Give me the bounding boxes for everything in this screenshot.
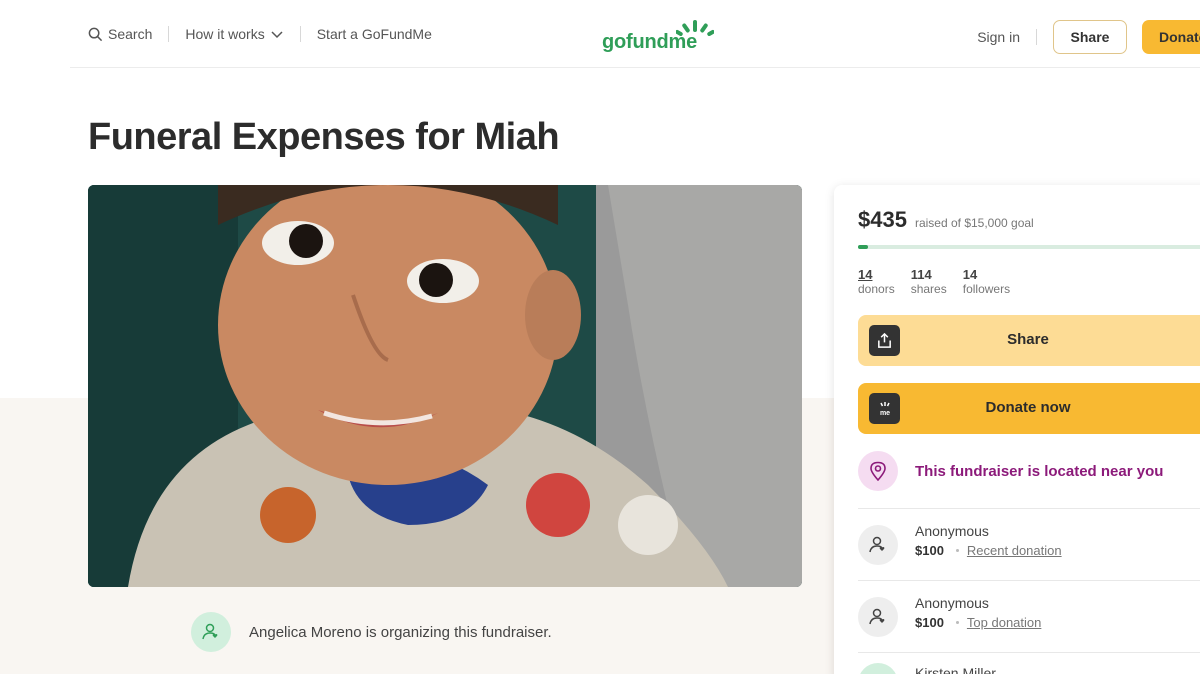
nav-divider bbox=[1036, 29, 1037, 45]
sign-in-link[interactable]: Sign in bbox=[977, 29, 1020, 45]
donate-now-button[interactable]: me Donate now bbox=[858, 383, 1200, 434]
progress-bar bbox=[858, 245, 1200, 249]
followers-stat: 14 followers bbox=[963, 267, 1010, 297]
organizer-avatar bbox=[191, 612, 231, 652]
header-divider bbox=[70, 67, 1200, 68]
nav-left: Search How it works Start a GoFundMe bbox=[88, 26, 432, 42]
donors-stat[interactable]: 14 donors bbox=[858, 267, 895, 297]
page-title: Funeral Expenses for Miah bbox=[88, 116, 560, 158]
location-pin-icon bbox=[870, 461, 886, 481]
user-heart-icon bbox=[869, 608, 885, 625]
donation-sidebar-card: $435 raised of $15,000 goal 14 donors 11… bbox=[834, 185, 1200, 674]
donation-details: $100 Recent donation bbox=[915, 543, 1062, 558]
donation-amount: $100 bbox=[915, 615, 944, 630]
child-portrait-image bbox=[88, 185, 802, 587]
share-button[interactable]: Share bbox=[858, 315, 1200, 366]
organizer-row: Angelica Moreno is organizing this fundr… bbox=[191, 612, 552, 652]
top-navigation: Search How it works Start a GoFundMe gof… bbox=[0, 0, 1200, 68]
header-donate-button[interactable]: Donate bbox=[1142, 20, 1200, 54]
user-heart-icon bbox=[202, 623, 218, 640]
header-share-button[interactable]: Share bbox=[1053, 20, 1127, 54]
donation-amount: $100 bbox=[915, 543, 944, 558]
donor-avatar bbox=[858, 597, 898, 637]
donation-item: Anonymous $100 Top donation bbox=[858, 595, 1041, 637]
search-icon bbox=[88, 27, 103, 41]
donation-info: Anonymous $100 Top donation bbox=[915, 595, 1041, 630]
chevron-down-icon bbox=[271, 31, 283, 39]
donors-label: donors bbox=[858, 282, 895, 296]
card-divider bbox=[858, 652, 1200, 653]
card-divider bbox=[858, 580, 1200, 581]
donor-avatar bbox=[858, 525, 898, 565]
goal-text: raised of $15,000 goal bbox=[914, 216, 1034, 230]
donor-name: Anonymous bbox=[915, 595, 989, 611]
organizer-text: Angelica Moreno is organizing this fundr… bbox=[249, 623, 552, 641]
progress-bar-fill bbox=[858, 245, 869, 249]
donor-name: Anonymous bbox=[915, 523, 989, 539]
campaign-photo bbox=[88, 185, 802, 587]
followers-count: 14 bbox=[962, 267, 978, 282]
how-it-works-menu[interactable]: How it works bbox=[185, 26, 283, 42]
nav-divider bbox=[299, 26, 301, 42]
raised-amount: $435 bbox=[858, 207, 907, 232]
nearby-notice: This fundraiser is located near you bbox=[858, 451, 1163, 491]
nav-divider bbox=[168, 26, 170, 42]
start-gofundme-link[interactable]: Start a GoFundMe bbox=[317, 26, 432, 42]
logo-text: gofundme bbox=[602, 31, 698, 53]
share-button-label: Share bbox=[1007, 331, 1049, 348]
donor-name: Kirsten Miller bbox=[915, 665, 996, 674]
start-gofundme-label: Start a GoFundMe bbox=[316, 26, 432, 42]
nearby-text: This fundraiser is located near you bbox=[915, 462, 1164, 480]
separator-dot bbox=[955, 549, 959, 552]
location-badge bbox=[858, 451, 898, 491]
card-divider bbox=[858, 508, 1200, 509]
shares-label: shares bbox=[910, 282, 947, 296]
donate-button-label: Donate now bbox=[985, 399, 1071, 416]
separator-dot bbox=[955, 621, 959, 624]
campaign-stats: 14 donors 114 shares 14 followers bbox=[858, 267, 1010, 297]
shares-stat: 114 shares bbox=[911, 267, 947, 297]
shares-count: 114 bbox=[910, 267, 932, 282]
donation-tag-link[interactable]: Top donation bbox=[967, 615, 1041, 630]
raised-summary: $435 raised of $15,000 goal bbox=[858, 207, 1034, 233]
gofundme-logo[interactable]: gofundme bbox=[602, 20, 714, 56]
donor-avatar bbox=[858, 663, 898, 674]
how-it-works-label: How it works bbox=[185, 26, 265, 42]
donation-info: Anonymous $100 Recent donation bbox=[915, 523, 1062, 558]
donation-tag-link[interactable]: Recent donation bbox=[967, 543, 1062, 558]
donation-details: $100 Top donation bbox=[915, 615, 1041, 630]
donation-item: Anonymous $100 Recent donation bbox=[858, 523, 1062, 565]
donors-count: 14 bbox=[858, 267, 873, 282]
followers-label: followers bbox=[962, 282, 1011, 296]
user-heart-icon bbox=[869, 536, 885, 553]
search-link[interactable]: Search bbox=[88, 26, 152, 42]
search-label: Search bbox=[108, 26, 153, 42]
nav-right: Sign in Share Donate bbox=[977, 20, 1200, 54]
